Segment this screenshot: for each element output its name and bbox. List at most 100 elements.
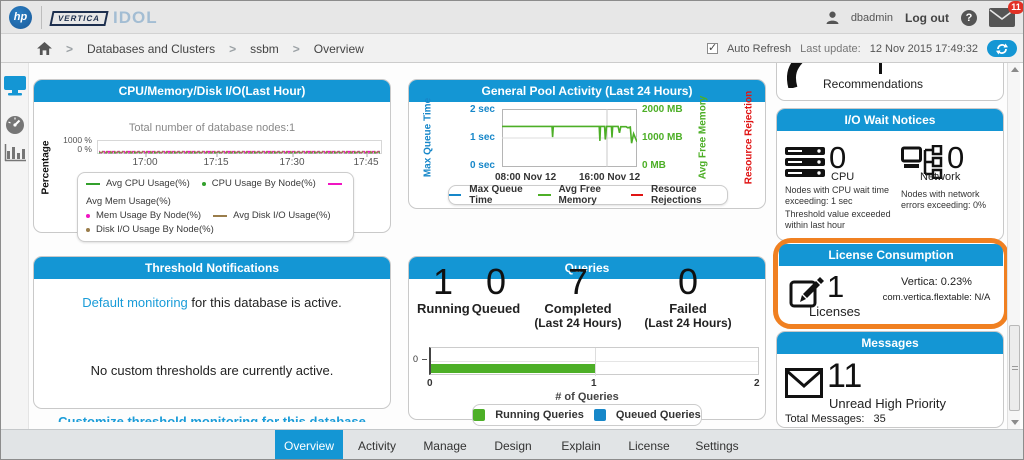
legend-dot-marker: [86, 214, 90, 218]
stat-running-value: 1: [417, 263, 469, 301]
cpu-memory-disk-panel: CPU/Memory/Disk I/O(Last Hour) Percentag…: [33, 79, 391, 233]
left-rail: [1, 63, 29, 429]
io-network-label: Network: [920, 171, 960, 183]
tab-overview[interactable]: Overview: [275, 430, 343, 460]
bar-chart-icon[interactable]: [4, 142, 26, 162]
main-content: CPU/Memory/Disk I/O(Last Hour) Percentag…: [1, 63, 1024, 429]
legend-dot-marker: [202, 182, 206, 186]
pool-panel-title[interactable]: General Pool Activity (Last 24 Hours): [409, 80, 765, 102]
hp-logo: hp: [9, 6, 32, 29]
stat-completed-value: 7: [523, 263, 633, 301]
legend-square-marker: [473, 409, 485, 421]
legend-label: CPU Usage By Node(%): [212, 177, 316, 191]
pool-ltick-0sec: 0 sec: [447, 160, 495, 171]
stat-running: 1 Running: [417, 263, 469, 330]
tab-settings[interactable]: Settings: [683, 430, 751, 460]
cpu-chart-plot: [97, 140, 382, 154]
recommendation-count-fragment: [879, 63, 882, 74]
legend-label: Queued Queries: [616, 409, 701, 421]
stat-running-label: Running: [417, 301, 469, 316]
io-network-count: 0: [947, 141, 964, 174]
legend-square-marker: [594, 409, 606, 421]
customize-threshold-link[interactable]: Customize threshold monitoring for this …: [58, 414, 366, 422]
cpu-panel-title[interactable]: CPU/Memory/Disk I/O(Last Hour): [34, 80, 390, 102]
pool-rtick-2000: 2000 MB: [642, 104, 694, 115]
threshold-default-line: Default monitoring for this database is …: [34, 295, 390, 310]
pool-chart-legend: Max Queue Time Avg Free Memory Resource …: [448, 185, 728, 205]
messages-button[interactable]: 11: [989, 8, 1015, 28]
messages-total: Total Messages: 35: [785, 413, 886, 425]
vertica-logo: VERTICA: [49, 11, 108, 26]
scrollbar-thumb[interactable]: [1009, 325, 1020, 411]
legend-line-marker: [86, 183, 100, 185]
auto-refresh-checkbox[interactable]: [707, 43, 718, 54]
stat-completed-sublabel: (Last 24 Hours): [523, 316, 633, 330]
stat-failed-label: Failed: [633, 301, 743, 316]
help-icon[interactable]: ?: [961, 10, 977, 26]
last-update-value: 12 Nov 2015 17:49:32: [870, 43, 978, 55]
pool-rejection-axis-label: Resource Rejection: [744, 85, 755, 191]
pool-ltick-1sec: 1 sec: [447, 132, 495, 143]
tab-design[interactable]: Design: [479, 430, 547, 460]
cpu-chart-legend: Avg CPU Usage(%) CPU Usage By Node(%) Av…: [77, 172, 354, 242]
messages-count: 11: [827, 360, 862, 393]
monitor-icon[interactable]: [4, 76, 26, 96]
pool-left-axis-label: Max Queue Time: [423, 88, 434, 188]
messages-total-label: Total Messages:: [785, 413, 864, 425]
breadcrumb-databases[interactable]: Databases and Clusters: [87, 42, 215, 56]
pool-right-axis-label: Avg Free Memory: [698, 88, 709, 188]
scroll-up-arrow[interactable]: [1011, 67, 1019, 72]
recommendations-label: Recommendations: [823, 77, 923, 91]
messages-label: Unread High Priority: [829, 396, 946, 411]
tab-explain[interactable]: Explain: [547, 430, 615, 460]
recommendations-panel[interactable]: Recommendations: [776, 63, 1004, 101]
legend-dot-marker: [86, 228, 90, 232]
vertical-scrollbar[interactable]: [1007, 63, 1020, 429]
license-count: 1: [827, 270, 844, 303]
query-stats: 1 Running 0 Queued 7 Completed (Last 24 …: [417, 263, 743, 330]
breadcrumb-database[interactable]: ssbm: [250, 42, 279, 56]
license-label: Licenses: [809, 304, 860, 319]
stat-failed: 0 Failed (Last 24 Hours): [633, 263, 743, 330]
legend-label: Mem Usage By Node(%): [96, 209, 201, 223]
io-network-desc: Nodes with network errors exceeding: 0%: [901, 189, 1001, 211]
top-header: hp VERTICA IDOL dbadmin Log out ? 11: [1, 1, 1024, 34]
queries-xtick-2: 2: [754, 378, 760, 389]
default-monitoring-link[interactable]: Default monitoring: [82, 295, 188, 310]
envelope-outline-icon: [785, 368, 823, 398]
cpu-servers-icon: [785, 147, 825, 177]
stat-completed: 7 Completed (Last 24 Hours): [523, 263, 633, 330]
queries-ytick-dash: [422, 359, 427, 360]
breadcrumb-overview[interactable]: Overview: [314, 42, 364, 56]
pool-rtick-1000: 1000 MB: [642, 132, 694, 143]
refresh-icon: [995, 43, 1009, 55]
threshold-panel-title: Threshold Notifications: [34, 257, 390, 279]
legend-label: Resource Rejections: [651, 184, 727, 206]
legend-label: Avg CPU Usage(%): [106, 177, 190, 191]
pool-rtick-0: 0 MB: [642, 160, 694, 171]
refresh-button[interactable]: [987, 40, 1017, 57]
license-flextable-usage: com.vertica.flextable: N/A: [869, 292, 1004, 303]
scroll-down-arrow[interactable]: [1011, 420, 1019, 425]
license-vertica-usage: Vertica: 0.23%: [874, 276, 999, 288]
running-queries-bar: [431, 364, 595, 373]
legend-label: Avg Free Memory: [559, 184, 623, 206]
tab-license[interactable]: License: [615, 430, 683, 460]
stat-queued-value: 0: [469, 263, 523, 301]
home-icon[interactable]: [37, 42, 52, 55]
messages-panel: Messages 11 Unread High Priority Total M…: [776, 331, 1004, 428]
wrench-icon: [787, 63, 817, 88]
logout-button[interactable]: Log out: [905, 11, 949, 25]
license-panel: License Consumption 1 Licenses Vertica: …: [779, 244, 1003, 323]
tab-activity[interactable]: Activity: [343, 430, 411, 460]
header-divider: [41, 6, 42, 29]
stat-queued: 0 Queued: [469, 263, 523, 330]
legend-line-marker: [449, 194, 461, 196]
cpu-chart-subtitle: Total number of database nodes:1: [34, 122, 390, 134]
io-cpu-count: 0: [829, 141, 846, 174]
legend-line-marker: [631, 194, 643, 196]
tab-manage[interactable]: Manage: [411, 430, 479, 460]
stat-failed-sublabel: (Last 24 Hours): [633, 316, 743, 330]
legend-label: Max Queue Time: [469, 184, 530, 206]
gauge-icon[interactable]: [4, 115, 26, 135]
